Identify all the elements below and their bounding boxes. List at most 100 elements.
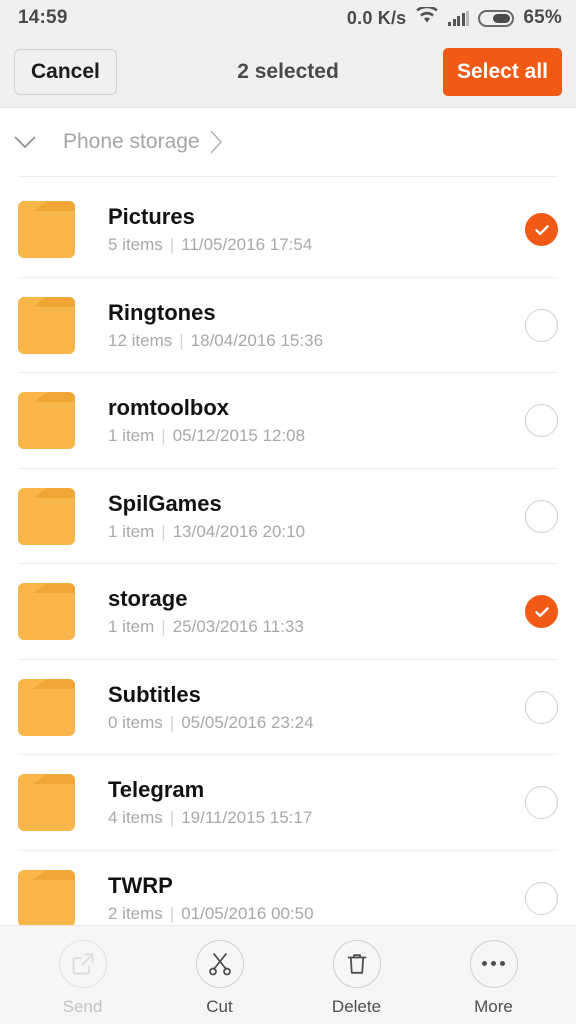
file-info: Telegram 4 items | 19/11/2015 15:17	[108, 777, 312, 827]
file-select-checkbox[interactable]	[525, 308, 558, 342]
file-row[interactable]: Pictures 5 items | 11/05/2016 17:54	[0, 182, 576, 278]
file-row[interactable]: Telegram 4 items | 19/11/2015 15:17	[0, 755, 576, 851]
file-item-count: 1 item	[108, 521, 155, 541]
signal-bars-icon	[448, 10, 470, 26]
status-bar: 14:59 0.0 K/s 65%	[0, 0, 576, 36]
toolbar-item-label: Send	[62, 996, 103, 1016]
file-date: 01/05/2016 00:50	[181, 903, 314, 923]
folder-icon	[18, 487, 75, 545]
file-row[interactable]: SpilGames 1 item | 13/04/2016 20:10	[0, 468, 576, 564]
file-subtitle-separator: |	[169, 712, 175, 732]
file-item-count: 1 item	[108, 426, 155, 446]
toolbar-cut-button[interactable]: Cut	[168, 939, 272, 1017]
file-name: storage	[108, 586, 188, 612]
file-item-count: 4 items	[108, 808, 163, 828]
file-select-checkbox[interactable]	[525, 404, 558, 438]
file-select-checkbox[interactable]	[525, 690, 558, 724]
file-list[interactable]: Pictures 5 items | 11/05/2016 17:54 Ringtone…	[0, 182, 576, 1024]
file-date: 13/04/2016 20:10	[172, 521, 306, 541]
scissors-icon	[195, 939, 244, 988]
breadcrumb[interactable]: Phone storage	[0, 108, 576, 176]
file-row[interactable]: storage 1 item | 25/03/2016 11:33	[0, 564, 576, 660]
battery-percent-label: 65%	[523, 7, 562, 28]
folder-icon	[18, 583, 75, 641]
file-name: Subtitles	[108, 681, 201, 707]
chevron-down-icon[interactable]	[14, 135, 36, 149]
file-info: Pictures 5 items | 11/05/2016 17:54	[108, 204, 312, 254]
folder-icon	[18, 678, 75, 736]
file-name: SpilGames	[108, 490, 222, 516]
breadcrumb-divider-top	[18, 176, 558, 177]
file-name: Telegram	[108, 777, 205, 803]
trash-icon	[332, 939, 381, 988]
file-subtitle: 1 item | 05/12/2015 12:08	[108, 427, 305, 444]
file-subtitle: 12 items | 18/04/2016 15:36	[108, 332, 323, 349]
file-item-count: 2 items	[108, 903, 163, 923]
file-row[interactable]: Ringtones 12 items | 18/04/2016 15:36	[0, 277, 576, 373]
folder-icon	[18, 296, 75, 354]
file-date: 19/11/2015 15:17	[181, 808, 313, 828]
share-icon	[58, 939, 107, 988]
folder-icon	[18, 201, 75, 259]
network-speed-label: 0.0 K/s	[346, 7, 407, 28]
file-subtitle-separator: |	[161, 617, 166, 637]
toolbar-item-label: Cut	[206, 996, 233, 1016]
file-subtitle-separator: |	[169, 903, 175, 923]
file-info: SpilGames 1 item | 13/04/2016 20:10	[108, 490, 305, 540]
file-select-checkbox[interactable]	[525, 499, 558, 533]
breadcrumb-path-label[interactable]: Phone storage	[63, 130, 200, 154]
file-info: storage 1 item | 25/03/2016 11:33	[108, 586, 304, 636]
file-select-checkbox[interactable]	[525, 213, 558, 247]
file-subtitle: 2 items | 01/05/2016 00:50	[108, 905, 314, 922]
file-subtitle-separator: |	[169, 808, 175, 828]
folder-icon	[18, 774, 75, 832]
file-select-checkbox[interactable]	[525, 595, 558, 629]
file-name: TWRP	[108, 872, 173, 898]
file-date: 18/04/2016 15:36	[190, 330, 324, 350]
more-dots-icon	[469, 939, 518, 988]
toolbar-item-label: More	[474, 996, 513, 1016]
file-subtitle: 4 items | 19/11/2015 15:17	[108, 809, 312, 826]
file-row[interactable]: romtoolbox 1 item | 05/12/2015 12:08	[0, 373, 576, 469]
file-select-checkbox[interactable]	[525, 786, 558, 820]
battery-icon	[478, 9, 515, 27]
file-date: 25/03/2016 11:33	[172, 617, 304, 637]
cancel-button[interactable]: Cancel	[14, 48, 117, 95]
file-subtitle-separator: |	[161, 521, 166, 541]
folder-icon	[18, 869, 75, 927]
chevron-right-icon[interactable]	[210, 130, 223, 154]
file-item-count: 1 item	[108, 617, 155, 637]
file-info: TWRP 2 items | 01/05/2016 00:50	[108, 872, 314, 922]
file-info: romtoolbox 1 item | 05/12/2015 12:08	[108, 395, 305, 445]
file-select-checkbox[interactable]	[525, 881, 558, 915]
file-date: 11/05/2016 17:54	[181, 235, 313, 255]
wifi-icon	[415, 5, 439, 30]
file-subtitle: 0 items | 05/05/2016 23:24	[108, 714, 314, 731]
file-subtitle: 1 item | 13/04/2016 20:10	[108, 523, 305, 540]
file-name: romtoolbox	[108, 395, 229, 421]
file-subtitle-separator: |	[169, 235, 175, 255]
file-date: 05/05/2016 23:24	[181, 712, 314, 732]
toolbar-delete-button[interactable]: Delete	[305, 939, 409, 1017]
toolbar-item-label: Delete	[331, 996, 382, 1016]
file-info: Subtitles 0 items | 05/05/2016 23:24	[108, 681, 314, 731]
action-bar: Cancel 2 selected Select all	[0, 36, 576, 108]
bottom-action-toolbar: Send Cut Delete More	[0, 925, 576, 1024]
file-row[interactable]: Subtitles 0 items | 05/05/2016 23:24	[0, 659, 576, 755]
file-subtitle: 5 items | 11/05/2016 17:54	[108, 236, 312, 253]
file-item-count: 0 items	[108, 712, 163, 732]
file-date: 05/12/2015 12:08	[172, 426, 306, 446]
folder-icon	[18, 392, 75, 450]
file-subtitle-separator: |	[179, 330, 184, 350]
file-name: Ringtones	[108, 299, 216, 325]
file-item-count: 12 items	[108, 330, 173, 350]
file-manager-screen: 14:59 0.0 K/s 65% Cancel 2 selected Sele…	[0, 0, 576, 1024]
toolbar-more-button[interactable]: More	[442, 939, 546, 1017]
file-name: Pictures	[108, 204, 195, 230]
select-all-button[interactable]: Select all	[442, 47, 562, 96]
file-item-count: 5 items	[108, 235, 163, 255]
file-info: Ringtones 12 items | 18/04/2016 15:36	[108, 299, 323, 349]
file-subtitle-separator: |	[161, 426, 166, 446]
toolbar-send-button: Send	[31, 939, 135, 1017]
file-subtitle: 1 item | 25/03/2016 11:33	[108, 618, 304, 635]
